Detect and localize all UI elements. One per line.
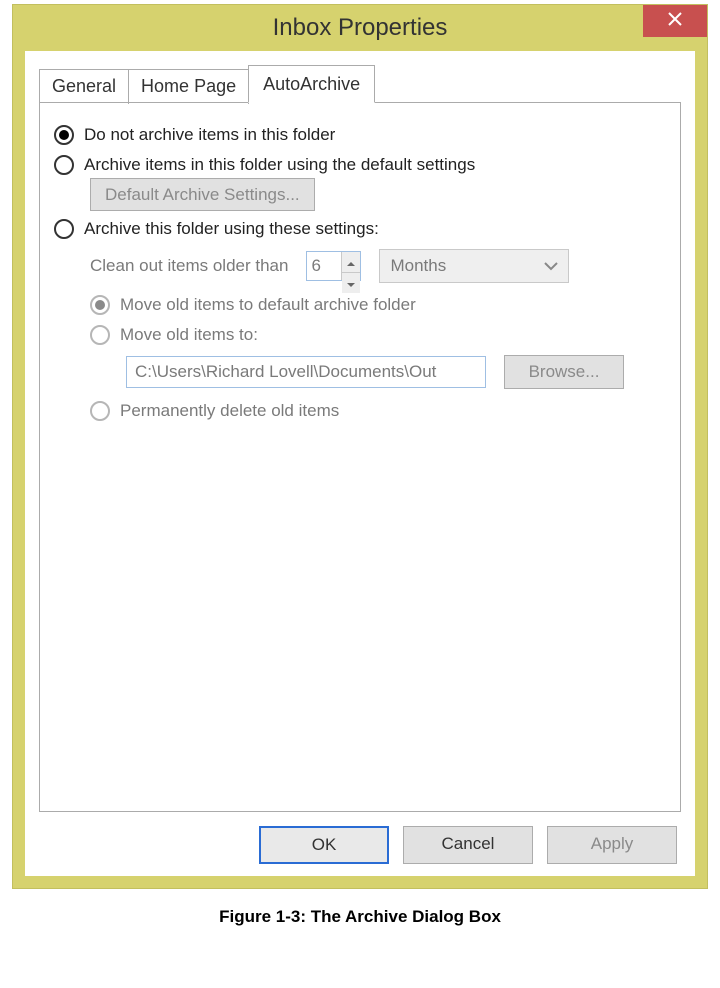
cancel-button[interactable]: Cancel [403, 826, 533, 864]
option-label: Move old items to default archive folder [120, 295, 416, 315]
option-custom-settings[interactable]: Archive this folder using these settings… [54, 219, 668, 239]
spinner-down-button[interactable] [342, 272, 360, 293]
age-value-input[interactable] [307, 252, 341, 280]
close-icon [667, 10, 683, 33]
archive-path-row: Browse... [126, 355, 668, 389]
button-label: Cancel [442, 834, 495, 853]
tab-general[interactable]: General [39, 69, 129, 104]
radio-icon [90, 401, 110, 421]
option-label: Do not archive items in this folder [84, 125, 335, 145]
age-unit-select[interactable]: Months [379, 249, 569, 283]
button-label: Browse... [529, 362, 600, 381]
figure-caption: Figure 1-3: The Archive Dialog Box [0, 907, 720, 927]
tab-label: General [52, 76, 116, 96]
age-spinner[interactable] [306, 251, 361, 281]
tab-autoarchive[interactable]: AutoArchive [248, 65, 375, 103]
archive-path-input[interactable] [133, 361, 479, 383]
option-default-settings[interactable]: Archive items in this folder using the d… [54, 155, 668, 175]
option-no-archive[interactable]: Do not archive items in this folder [54, 125, 668, 145]
default-archive-settings-button[interactable]: Default Archive Settings... [90, 178, 315, 211]
title-bar: Inbox Properties [13, 5, 707, 51]
radio-icon [54, 219, 74, 239]
button-label: Default Archive Settings... [105, 185, 300, 204]
option-label: Permanently delete old items [120, 401, 339, 421]
tab-label: AutoArchive [263, 74, 360, 94]
radio-icon [90, 325, 110, 345]
option-label: Move old items to: [120, 325, 258, 345]
option-move-to-path[interactable]: Move old items to: [90, 325, 668, 345]
option-label: Archive items in this folder using the d… [84, 155, 475, 175]
close-button[interactable] [643, 5, 707, 37]
radio-icon [54, 155, 74, 175]
spinner-up-button[interactable] [342, 252, 360, 272]
option-permanently-delete[interactable]: Permanently delete old items [90, 401, 668, 421]
select-value: Months [390, 256, 446, 276]
chevron-down-icon [347, 273, 355, 293]
button-label: Apply [591, 834, 634, 853]
ok-button[interactable]: OK [259, 826, 389, 864]
browse-button[interactable]: Browse... [504, 355, 624, 389]
option-label: Archive this folder using these settings… [84, 219, 379, 239]
dialog-title: Inbox Properties [13, 14, 707, 42]
dialog-window: Inbox Properties General Home Page AutoA… [12, 4, 708, 889]
button-label: OK [312, 835, 337, 854]
tab-strip: General Home Page AutoArchive [39, 65, 681, 103]
radio-icon [90, 295, 110, 315]
dialog-footer: OK Cancel Apply [39, 826, 681, 864]
tab-label: Home Page [141, 76, 236, 96]
chevron-down-icon [544, 256, 558, 276]
option-move-default-folder[interactable]: Move old items to default archive folder [90, 295, 668, 315]
dialog-body: General Home Page AutoArchive Do not arc… [25, 51, 695, 876]
tab-home-page[interactable]: Home Page [129, 69, 249, 104]
apply-button[interactable]: Apply [547, 826, 677, 864]
archive-path-field-wrap [126, 356, 486, 388]
chevron-up-icon [347, 252, 355, 272]
clean-out-label: Clean out items older than [90, 256, 288, 276]
radio-icon [54, 125, 74, 145]
tab-panel-autoarchive: Do not archive items in this folder Arch… [39, 102, 681, 812]
clean-out-row: Clean out items older than Months [90, 249, 668, 283]
